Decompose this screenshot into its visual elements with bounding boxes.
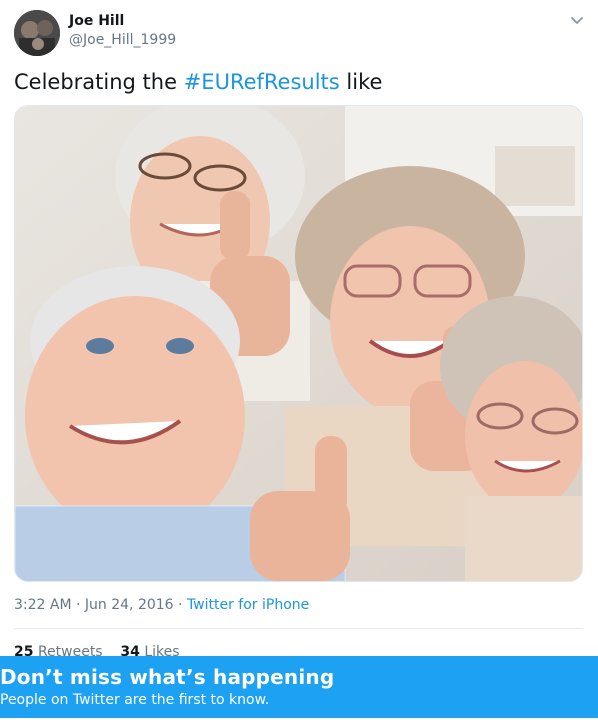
- author-handle[interactable]: @Joe_Hill_1999: [69, 32, 176, 48]
- meta-separator: ·: [173, 597, 187, 613]
- tweet-source-link[interactable]: Twitter for iPhone: [187, 597, 309, 613]
- tweet-text-before: Celebrating the: [14, 70, 184, 94]
- author-name[interactable]: Joe Hill: [69, 13, 124, 29]
- hashtag-link[interactable]: #EURefResults: [184, 70, 340, 94]
- signup-banner[interactable]: Don’t miss what’s happening People on Tw…: [0, 656, 598, 718]
- banner-title: Don’t miss what’s happening: [0, 665, 335, 689]
- tweet-meta: 3:22 AM · Jun 24, 2016 · Twitter for iPh…: [14, 597, 309, 613]
- tweet: Joe Hill @Joe_Hill_1999 Celebrating the …: [0, 0, 598, 722]
- tweet-time[interactable]: 3:22 AM: [14, 597, 72, 613]
- tweet-text: Celebrating the #EURefResults like: [14, 68, 382, 96]
- divider: [14, 628, 583, 629]
- avatar[interactable]: [14, 10, 60, 56]
- avatar-image: [14, 10, 60, 56]
- meta-separator: ·: [71, 597, 85, 613]
- tweet-photo[interactable]: [14, 105, 583, 582]
- banner-subtitle: People on Twitter are the first to know.: [0, 692, 270, 708]
- tweet-text-after: like: [339, 70, 383, 94]
- tweet-date[interactable]: Jun 24, 2016: [85, 597, 174, 613]
- photo-image: [15, 106, 582, 581]
- chevron-down-icon[interactable]: [568, 12, 586, 30]
